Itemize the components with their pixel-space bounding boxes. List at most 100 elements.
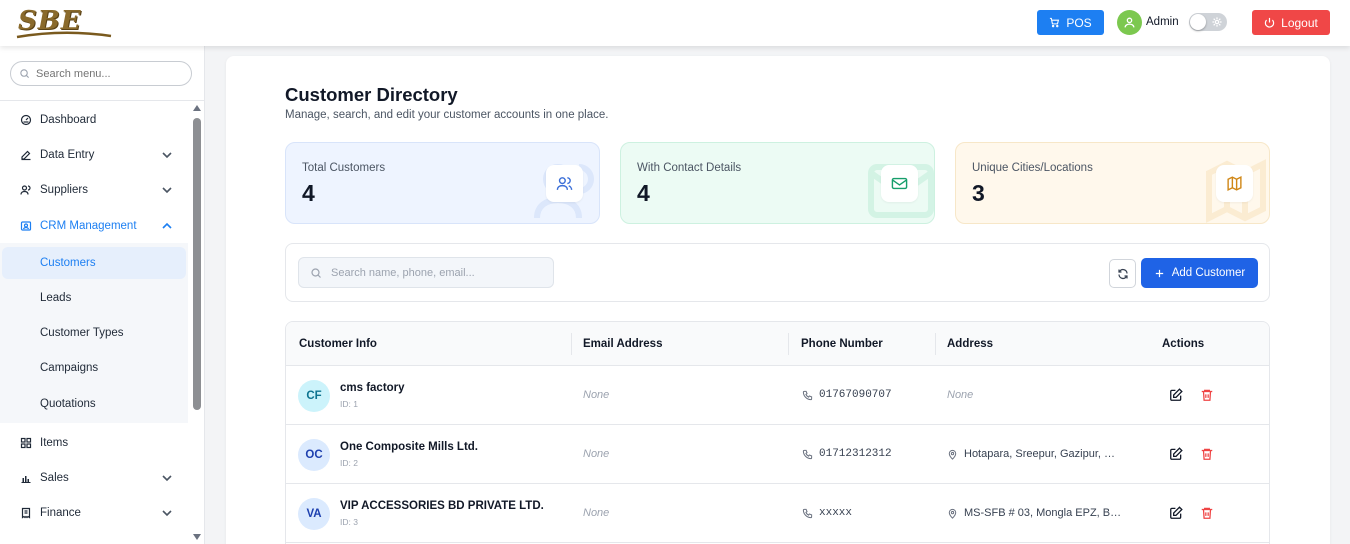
sidebar-item-label: Sales [40,472,69,484]
edit-icon[interactable] [1169,388,1183,402]
sidebar-item-finance[interactable]: Finance [0,496,188,530]
submenu-item-customer-types[interactable]: Customer Types [0,317,188,349]
gauge-icon [20,114,32,126]
email-cell: None [583,507,610,519]
stat-label: With Contact Details [637,162,742,174]
sidebar-item-label: CRM Management [40,220,137,232]
submenu-item-customers[interactable]: Customers [2,247,186,279]
customers-table: Customer Info Email Address Phone Number… [285,321,1270,544]
sidebar-search-input[interactable] [36,67,186,80]
customer-name: cms factory [340,382,405,394]
scrollbar-thumb[interactable] [193,118,201,410]
stat-value: 3 [972,180,985,206]
customer-search[interactable] [298,257,554,288]
sidebar-item-crm-management[interactable]: CRM Management [0,209,188,243]
column-separator [935,333,936,355]
customer-avatar: VA [298,498,330,530]
theme-toggle[interactable] [1189,13,1227,31]
phone-cell: 01767090707 [802,389,892,401]
user-avatar[interactable] [1117,10,1142,35]
user-name: Admin [1146,16,1179,28]
stat-label: Total Customers [302,162,386,174]
customer-avatar: CF [298,380,330,412]
scroll-down-arrow-icon[interactable] [193,534,201,540]
edit-icon[interactable] [1169,447,1183,461]
submenu-item-label: Leads [40,292,72,304]
grid-icon [20,437,32,449]
refresh-button[interactable] [1109,259,1136,288]
sidebar-item-items[interactable]: Items [0,426,188,460]
stat-icon-box [546,165,583,202]
pos-label: POS [1066,15,1092,30]
stat-card-total-customers: Total Customers 4 [285,142,600,224]
column-header: Address [947,338,994,350]
add-customer-label: Add Customer [1171,267,1246,279]
phone-icon [802,390,813,400]
stat-value: 4 [302,180,315,206]
column-header: Email Address [583,338,663,350]
logout-button[interactable]: Logout [1252,10,1330,35]
customer-name: One Composite Mills Ltd. [340,441,479,453]
stat-label: Unique Cities/Locations [972,162,1093,174]
sidebar-item-sales[interactable]: Sales [0,461,188,495]
map-pin-icon [948,508,957,519]
customer-avatar: OC [298,439,330,471]
contact-card-icon [20,221,32,231]
sidebar-search[interactable] [10,61,192,86]
column-header: Customer Info [299,338,377,350]
search-icon [311,267,321,278]
sidebar-item-label: Suppliers [40,184,88,196]
sidebar-divider [0,100,204,101]
customer-search-input[interactable] [331,266,551,279]
sidebar-item-label: Finance [40,507,81,519]
edit-icon[interactable] [1169,506,1183,520]
submenu-item-label: Customer Types [40,327,124,339]
logout-label: Logout [1281,15,1318,30]
scroll-up-arrow-icon[interactable] [193,105,201,111]
trash-icon[interactable] [1200,388,1214,402]
address-cell: MS-SFB # 03, Mongla EPZ, B… [947,507,1121,519]
sidebar-item-data-entry[interactable]: Data Entry [0,138,188,172]
table-row[interactable]: OC One Composite Mills Ltd. ID: 2 None 0… [286,425,1269,484]
customer-id: ID: 2 [340,458,358,468]
phone-icon [802,508,813,518]
users-icon [556,177,573,190]
logo-swoosh-icon [16,31,112,39]
power-icon [1264,17,1275,28]
trash-icon[interactable] [1200,447,1214,461]
add-customer-button[interactable]: Add Customer [1141,258,1258,288]
top-header: SBE POS Admin Logout [0,0,1350,46]
pos-button[interactable]: POS [1037,10,1104,35]
toggle-knob [1190,14,1206,30]
trash-icon[interactable] [1200,506,1214,520]
customer-name: VIP ACCESSORIES BD PRIVATE LTD. [340,500,544,512]
submenu-item-quotations[interactable]: Quotations [0,388,188,420]
sidebar-item-suppliers[interactable]: Suppliers [0,173,188,207]
sidebar-item-dashboard[interactable]: Dashboard [0,103,188,137]
phone-value: 01767090707 [819,389,892,401]
sidebar: Dashboard Data Entry Suppliers CRM Manag… [0,46,205,544]
address-cell: None [947,389,974,401]
address-value: MS-SFB # 03, Mongla EPZ, B… [964,507,1122,519]
directory-toolbar: Add Customer [285,243,1270,302]
sidebar-item-label: Dashboard [40,114,97,126]
chevron-up-icon [162,222,172,229]
submenu-item-campaigns[interactable]: Campaigns [0,352,188,384]
company-logo[interactable]: SBE [14,4,114,40]
search-icon [20,69,30,79]
stat-card-unique-locations: Unique Cities/Locations 3 [955,142,1270,224]
table-row[interactable]: VA VIP ACCESSORIES BD PRIVATE LTD. ID: 3… [286,484,1269,543]
submenu-item-label: Quotations [40,398,96,410]
stat-value: 4 [637,180,650,206]
table-row[interactable]: CF cms factory ID: 1 None 01767090707 No… [286,366,1269,425]
column-separator [571,333,572,355]
stat-icon-box [1216,165,1253,202]
submenu-item-leads[interactable]: Leads [0,282,188,314]
chevron-down-icon [162,152,172,159]
sun-icon [1212,17,1222,27]
customer-id: ID: 3 [340,517,358,527]
page-subtitle: Manage, search, and edit your customer a… [285,109,609,121]
column-header: Actions [1162,338,1205,350]
stat-card-with-contact: With Contact Details 4 [620,142,935,224]
map-pin-icon [948,449,957,460]
